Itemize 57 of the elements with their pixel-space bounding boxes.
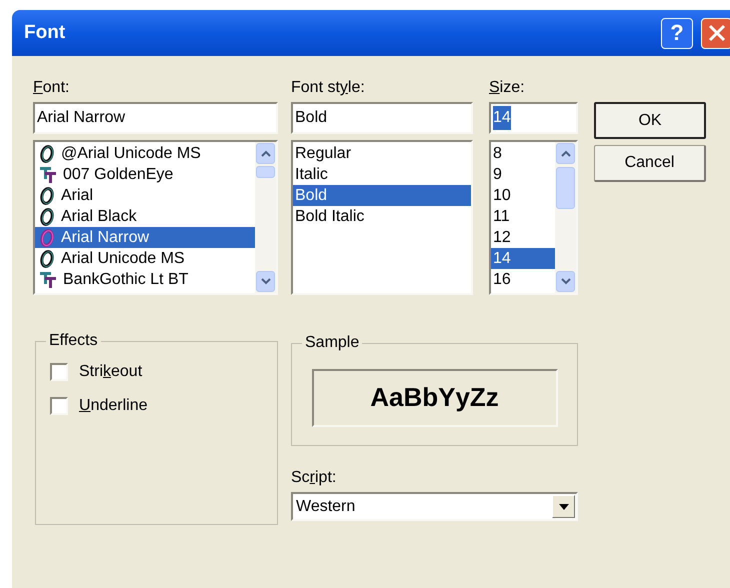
scroll-down-button[interactable] bbox=[256, 271, 275, 292]
list-item[interactable]: Arial Black bbox=[35, 206, 255, 227]
checkbox-label: Underline bbox=[79, 396, 148, 416]
script-dropdown[interactable]: Western bbox=[291, 492, 578, 521]
font-o-icon bbox=[39, 208, 55, 226]
checkbox[interactable] bbox=[50, 363, 68, 381]
script-label: Script: bbox=[291, 468, 336, 488]
font-o-icon bbox=[39, 250, 55, 268]
close-button[interactable] bbox=[701, 18, 730, 48]
font-tt-icon bbox=[39, 166, 57, 184]
scroll-thumb[interactable] bbox=[556, 167, 575, 209]
font-o-icon bbox=[39, 228, 55, 246]
font-tt-icon bbox=[39, 270, 57, 288]
chevron-down-icon bbox=[260, 278, 270, 285]
list-item[interactable]: 007 GoldenEye bbox=[35, 164, 255, 185]
font-name-field[interactable]: Arial Narrow bbox=[33, 102, 278, 134]
size-field[interactable]: 14 bbox=[489, 102, 578, 134]
chevron-up-icon bbox=[560, 150, 570, 157]
list-item[interactable]: Arial Narrow bbox=[35, 227, 255, 248]
list-item[interactable]: 8 bbox=[491, 143, 555, 164]
list-item[interactable]: Arial Unicode MS bbox=[35, 248, 255, 269]
checkbox-label: Strikeout bbox=[79, 362, 142, 382]
dropdown-button[interactable] bbox=[552, 495, 575, 518]
chevron-down-icon bbox=[560, 278, 570, 285]
list-item[interactable]: Arial bbox=[35, 185, 255, 206]
list-item[interactable]: 10 bbox=[491, 185, 555, 206]
dialog-button[interactable]: Cancel bbox=[594, 145, 706, 182]
list-item[interactable]: 14 bbox=[491, 248, 555, 269]
sample-title: Sample bbox=[302, 333, 362, 353]
list-item[interactable]: Regular bbox=[293, 143, 471, 164]
list-item[interactable]: BankGothic Lt BT bbox=[35, 269, 255, 290]
list-item[interactable]: Bold bbox=[293, 185, 471, 206]
caret-icon bbox=[558, 504, 568, 510]
list-item[interactable]: 12 bbox=[491, 227, 555, 248]
scroll-up-button[interactable] bbox=[256, 143, 275, 164]
list-item[interactable]: @Arial Unicode MS bbox=[35, 143, 255, 164]
scroll-thumb[interactable] bbox=[256, 166, 275, 178]
font-style-field[interactable]: Bold bbox=[291, 102, 473, 134]
font-o-icon bbox=[39, 186, 55, 204]
list-item[interactable]: Bold Italic bbox=[293, 206, 471, 227]
size-label: Size: bbox=[489, 78, 525, 98]
list-item[interactable]: Italic bbox=[293, 164, 471, 185]
dialog-button[interactable]: OK bbox=[594, 102, 706, 139]
font-style-label: Font style: bbox=[291, 78, 365, 98]
close-icon bbox=[708, 24, 726, 42]
list-item[interactable]: 11 bbox=[491, 206, 555, 227]
scroll-up-button[interactable] bbox=[556, 143, 575, 164]
font-o-icon bbox=[39, 144, 55, 162]
list-item[interactable]: 16 bbox=[491, 269, 555, 290]
chevron-up-icon bbox=[260, 150, 270, 157]
sample-preview: AaBbYyZz bbox=[312, 368, 558, 426]
scroll-down-button[interactable] bbox=[556, 271, 575, 292]
checkbox[interactable] bbox=[50, 397, 68, 415]
list-item[interactable]: 9 bbox=[491, 164, 555, 185]
window-title: Font bbox=[24, 20, 66, 45]
help-button[interactable]: ? bbox=[661, 18, 693, 48]
font-label: Font: bbox=[33, 78, 70, 98]
